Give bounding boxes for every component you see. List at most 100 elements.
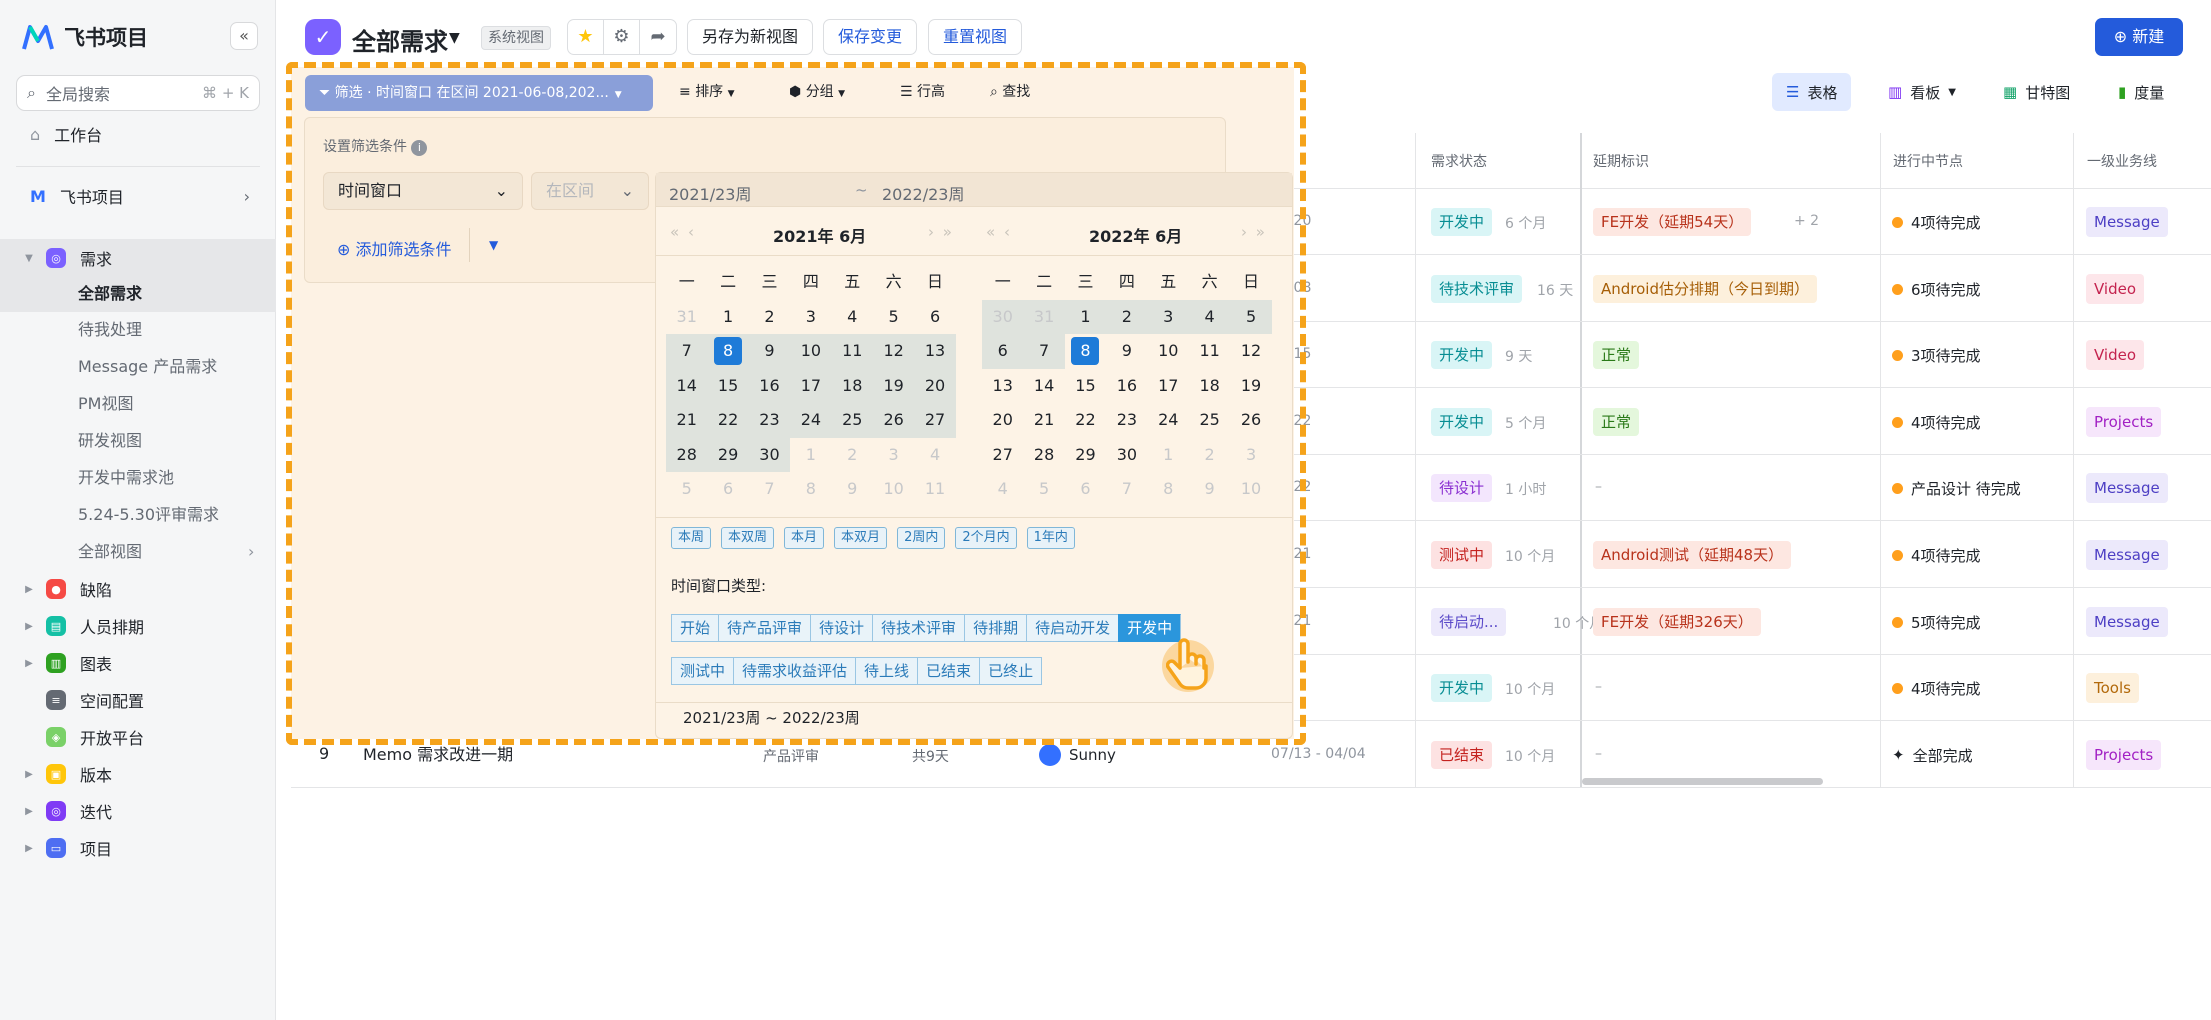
calendar-day[interactable]: 10: [1148, 334, 1189, 369]
calendar-day[interactable]: 2: [749, 300, 790, 335]
calendar-day[interactable]: 30: [748, 437, 791, 472]
star-icon[interactable]: ★: [568, 20, 604, 54]
window-type-option[interactable]: 开始: [671, 614, 719, 642]
selected-day[interactable]: 8: [707, 334, 749, 369]
calendar-day[interactable]: 17: [1148, 369, 1189, 404]
window-type-option[interactable]: 测试中: [671, 657, 734, 685]
node-progress[interactable]: 4项待完成: [1892, 545, 1981, 566]
calendar-day[interactable]: 10: [790, 334, 832, 369]
window-type-option[interactable]: 待启动开发: [1026, 614, 1119, 642]
calendar-day[interactable]: 6: [707, 472, 748, 507]
add-filter-button[interactable]: ⊕ 添加筛选条件: [337, 236, 452, 260]
business-line-badge[interactable]: Message: [2086, 540, 2168, 570]
calendar-day[interactable]: 12: [1230, 334, 1271, 369]
calendar-day[interactable]: 14: [666, 368, 708, 403]
calendar-day[interactable]: 10: [1230, 472, 1271, 507]
calendar-day[interactable]: 10: [873, 472, 914, 507]
calendar-day[interactable]: 18: [1189, 369, 1230, 404]
calendar-day[interactable]: 16: [1106, 369, 1147, 404]
calendar-day[interactable]: 11: [831, 334, 873, 369]
status-badge[interactable]: 待技术评审: [1431, 274, 1523, 303]
calendar-day[interactable]: 5: [1023, 472, 1064, 507]
quick-range-option[interactable]: 本月: [784, 527, 825, 549]
calendar-day[interactable]: 5: [1230, 299, 1272, 334]
calendar-day[interactable]: 25: [1189, 403, 1230, 438]
view-item-review[interactable]: 5.24-5.30评审需求: [78, 497, 219, 533]
calendar-day[interactable]: 22: [1065, 403, 1106, 438]
prev-year-prev-month-icons[interactable]: « ‹: [986, 223, 1012, 241]
save-as-view-button[interactable]: 另存为新视图: [687, 19, 814, 55]
calendar-day[interactable]: 2: [1189, 438, 1230, 473]
calendar-day[interactable]: 22: [707, 403, 749, 438]
business-line-badge[interactable]: Tools: [2086, 673, 2139, 704]
share-icon[interactable]: ➦: [640, 20, 676, 54]
delay-badge[interactable]: 正常: [1593, 407, 1640, 436]
calendar-day[interactable]: 16: [748, 368, 791, 403]
calendar-day[interactable]: 9: [1189, 472, 1230, 507]
filter-button[interactable]: ⏷ 筛选 · 时间窗口 在区间 2021-06-08,202... ▼: [305, 75, 653, 111]
calendar-day[interactable]: 27: [982, 438, 1023, 473]
row-title[interactable]: Memo 需求改进一期: [363, 744, 593, 766]
sidebar-item-chart[interactable]: ▶ ▥ 图表: [0, 645, 276, 681]
node-progress[interactable]: 4项待完成: [1892, 678, 1981, 699]
status-badge[interactable]: 待设计: [1431, 474, 1493, 503]
sidebar-item-demand[interactable]: ▼ ◎ 需求: [0, 239, 276, 277]
calendar-day[interactable]: 11: [1189, 334, 1230, 369]
quick-range-option[interactable]: 本双周: [721, 527, 775, 549]
window-type-option[interactable]: 待排期: [964, 614, 1027, 642]
business-line-badge[interactable]: Message: [2086, 606, 2168, 637]
collapse-sidebar-button[interactable]: «: [230, 22, 258, 50]
calendar-day[interactable]: 26: [872, 403, 915, 438]
calendar-day[interactable]: 4: [982, 472, 1023, 507]
sidebar-item-space[interactable]: M 飞书项目 ›: [0, 178, 276, 214]
window-type-option[interactable]: 待产品评审: [718, 614, 811, 642]
filter-more-icon[interactable]: ▼: [489, 238, 498, 252]
business-line-badge[interactable]: Message: [2086, 207, 2168, 237]
reset-view-button[interactable]: 重置视图: [928, 19, 1023, 55]
view-switch-table[interactable]: ☰ 表格: [1772, 73, 1852, 111]
global-search-input[interactable]: ⌕ 全局搜索 ⌘ + K: [16, 75, 260, 111]
calendar-day[interactable]: 3: [1230, 438, 1271, 473]
sidebar-item-project[interactable]: ▶ ▭ 项目: [0, 830, 276, 866]
calendar-day[interactable]: 11: [914, 472, 955, 507]
range-start[interactable]: 2021/23周: [669, 181, 751, 205]
calendar-day[interactable]: 2: [1106, 299, 1148, 334]
app-logo[interactable]: 飞书项目: [22, 22, 148, 52]
calendar-day[interactable]: 4: [1188, 299, 1231, 334]
calendar-day[interactable]: 9: [832, 472, 873, 507]
calendar-day[interactable]: 15: [1065, 369, 1106, 404]
calendar-day[interactable]: 6: [1065, 472, 1106, 507]
delay-badge[interactable]: Android测试（延期48天）: [1593, 541, 1792, 569]
sidebar-item-version[interactable]: ▶ ▣ 版本: [0, 756, 276, 792]
quick-range-option[interactable]: 2个月内: [955, 527, 1017, 549]
view-item-pm[interactable]: PM视图: [78, 386, 133, 422]
calendar-day[interactable]: 21: [666, 403, 708, 438]
sidebar-item-schedule[interactable]: ▶ ▤ 人员排期: [0, 608, 276, 644]
calendar-day[interactable]: 1: [790, 438, 831, 473]
view-item-message[interactable]: Message 产品需求: [78, 349, 217, 385]
find-button[interactable]: ⌕ 查找: [990, 81, 1030, 101]
calendar-day[interactable]: 9: [748, 334, 791, 369]
sort-button[interactable]: ≡ 排序 ▼: [679, 81, 735, 101]
sidebar-item-workbench[interactable]: ⌂ 工作台: [0, 116, 276, 152]
calendar-day[interactable]: 18: [831, 368, 873, 403]
col-delay-header[interactable]: 延期标识: [1593, 151, 1649, 171]
group-button[interactable]: ⬢ 分组 ▼: [789, 81, 845, 101]
node-progress[interactable]: 3项待完成: [1892, 345, 1981, 366]
calendar-day[interactable]: 20: [982, 403, 1023, 438]
node-progress[interactable]: 5项待完成: [1892, 612, 1981, 633]
view-switch-metric[interactable]: ▮ 度量: [2104, 73, 2178, 111]
view-item-all[interactable]: 全部需求: [78, 276, 142, 312]
calendar-day[interactable]: 25: [831, 403, 873, 438]
calendar-day[interactable]: 28: [666, 437, 708, 472]
calendar-day[interactable]: 28: [1023, 438, 1064, 473]
view-item-devpool[interactable]: 开发中需求池: [78, 460, 174, 496]
window-type-option[interactable]: 待设计: [810, 614, 873, 642]
calendar-day[interactable]: 29: [1065, 438, 1106, 473]
window-type-option[interactable]: 待技术评审: [872, 614, 965, 642]
calendar-day[interactable]: 23: [748, 403, 791, 438]
delay-badge[interactable]: FE开发（延期54天）: [1593, 208, 1752, 236]
sidebar-item-space-config[interactable]: ≡ 空间配置: [0, 682, 276, 718]
calendar-day[interactable]: 9: [1106, 334, 1147, 369]
view-switch-gantt[interactable]: ▦ 甘特图: [1989, 73, 2084, 111]
